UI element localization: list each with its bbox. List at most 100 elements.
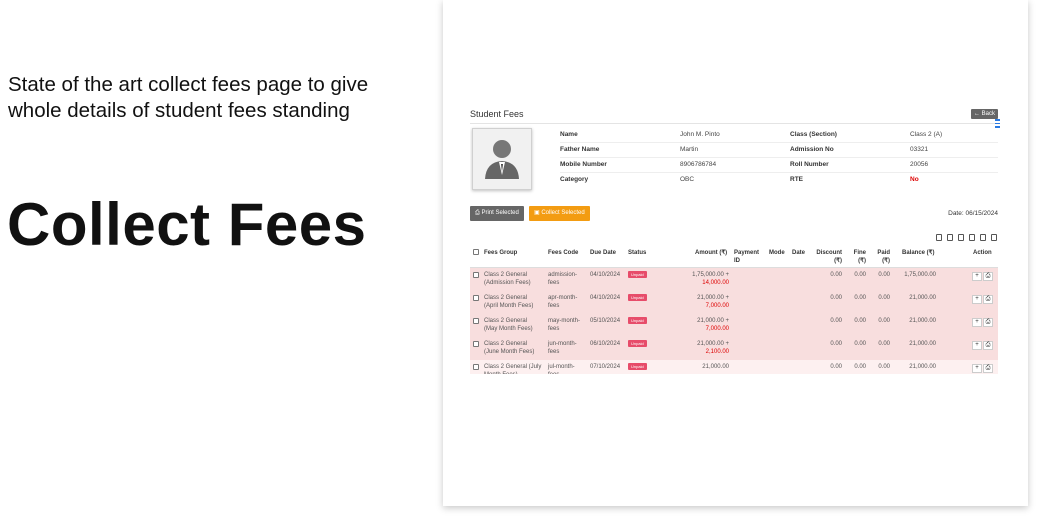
print-row-icon[interactable]: ⎙ (983, 364, 993, 373)
admission-label: Admission No (790, 146, 834, 153)
pdf-icon[interactable] (969, 234, 975, 241)
roll-number: 20056 (910, 161, 929, 168)
class-label: Class (Section) (790, 131, 837, 138)
collect-selected-label: Collect Selected (541, 210, 585, 216)
header-amount[interactable]: Amount (₹) (695, 249, 727, 257)
cell-discount: 0.00 (830, 341, 842, 347)
cell-discount: 0.00 (830, 272, 842, 278)
student-fees-panel: Student Fees ← Back Name John M. Pinto C… (470, 107, 1000, 374)
cell-fine: 0.00 (854, 364, 866, 370)
header-paid[interactable]: Paid (₹) (873, 249, 890, 265)
status-badge: Unpaid (628, 363, 647, 370)
cell-paid: 0.00 (878, 318, 890, 324)
copy-icon[interactable] (936, 234, 942, 241)
status-badge: Unpaid (628, 271, 647, 278)
print-selected-button[interactable]: ⎙ Print Selected (470, 206, 524, 221)
student-avatar (472, 128, 532, 190)
amount-value: 21,000.00 (702, 364, 729, 370)
table-row: Class 2 General (June Month Fees) jun-mon… (470, 337, 998, 361)
print-selected-label: Print Selected (481, 210, 519, 216)
fine-amount: 7,000.00 (705, 326, 729, 332)
cell-code: apr-month- fees (548, 295, 578, 309)
header-discount[interactable]: Discount (₹) (815, 249, 842, 265)
back-label: Back (981, 111, 995, 117)
cell-group: Class 2 General (May Month Fees) (484, 318, 533, 332)
fine-amount: 7,000.00 (705, 303, 729, 309)
row-checkbox[interactable] (473, 318, 479, 324)
export-toolbar (931, 228, 997, 246)
add-fees-icon[interactable]: + (972, 318, 982, 327)
rte-label: RTE (790, 176, 803, 183)
slide-title: Collect Fees (7, 191, 367, 258)
print-row-icon[interactable]: ⎙ (983, 295, 993, 304)
cell-group: Class 2 General (April Month Fees) (484, 295, 534, 309)
user-silhouette-icon (485, 140, 519, 179)
table-header: Fees Group Fees Code Due Date Status Amo… (470, 247, 998, 268)
cell-paid: 0.00 (878, 341, 890, 347)
status-badge: Unpaid (628, 294, 647, 301)
header-fees-group[interactable]: Fees Group (484, 249, 517, 257)
cell-discount: 0.00 (830, 295, 842, 301)
header-fees-code[interactable]: Fees Code (548, 249, 578, 257)
fine-amount: 14,000.00 (702, 280, 729, 286)
header-action: Action (973, 250, 992, 256)
cell-due: 05/10/2024 (590, 318, 621, 324)
table-row: Class 2 General (July Month Fees) jul-mon… (470, 360, 998, 374)
fine-amount: 2,100.00 (705, 349, 729, 355)
cell-discount: 0.00 (830, 318, 842, 324)
status-badge: Unpaid (628, 340, 647, 347)
cell-balance: 1,75,000.00 (904, 272, 936, 278)
amount-value: 21,000.00 + (697, 318, 729, 324)
cell-due: 04/10/2024 (590, 272, 621, 278)
add-fees-icon[interactable]: + (972, 272, 982, 281)
row-checkbox[interactable] (473, 364, 479, 370)
select-all-checkbox[interactable] (473, 249, 479, 255)
amount-value: 1,75,000.00 + (692, 272, 729, 278)
header-mode[interactable]: Mode (769, 249, 785, 257)
rte-value: No (910, 176, 919, 183)
row-checkbox[interactable] (473, 272, 479, 278)
cell-due: 06/10/2024 (590, 341, 621, 347)
header-date[interactable]: Date (792, 249, 805, 257)
cell-fine: 0.00 (854, 341, 866, 347)
mobile-label: Mobile Number (560, 161, 607, 168)
header-status[interactable]: Status (628, 249, 646, 257)
csv-icon[interactable] (958, 234, 964, 241)
category-label: Category (560, 176, 589, 183)
cell-balance: 21,000.00 (909, 295, 936, 301)
add-fees-icon[interactable]: + (972, 295, 982, 304)
add-fees-icon[interactable]: + (972, 364, 982, 373)
columns-icon[interactable] (991, 234, 997, 241)
roll-label: Roll Number (790, 161, 829, 168)
current-date: Date: 06/15/2024 (948, 210, 998, 217)
cell-code: jun-month- fees (548, 341, 577, 355)
screenshot-frame: Student Fees ← Back Name John M. Pinto C… (443, 0, 1028, 506)
table-row: Class 2 General (Admission Fees) admissio… (470, 268, 998, 292)
table-row: Class 2 General (May Month Fees) may-mont… (470, 314, 998, 338)
print-icon[interactable] (980, 234, 986, 241)
row-checkbox[interactable] (473, 341, 479, 347)
name-label: Name (560, 131, 578, 138)
header-fine[interactable]: Fine (₹) (849, 249, 866, 265)
mobile-number: 8906786784 (680, 161, 717, 168)
excel-icon[interactable] (947, 234, 953, 241)
cell-code: jul-month- fees (548, 364, 575, 374)
student-name: John M. Pinto (680, 131, 720, 138)
cell-amount: 21,000.00 + 2,100.00 (670, 340, 729, 356)
header-payment-id[interactable]: Payment ID (734, 249, 759, 265)
print-row-icon[interactable]: ⎙ (983, 318, 993, 327)
collect-selected-button[interactable]: ▣ Collect Selected (529, 206, 590, 221)
cell-due: 07/10/2024 (590, 364, 621, 370)
header-balance[interactable]: Balance (₹) (902, 249, 935, 257)
cell-balance: 21,000.00 (909, 364, 936, 370)
cell-balance: 21,000.00 (909, 318, 936, 324)
cell-amount: 21,000.00 + 7,000.00 (670, 294, 729, 310)
menu-icon[interactable] (995, 119, 1000, 130)
add-fees-icon[interactable]: + (972, 341, 982, 350)
row-checkbox[interactable] (473, 295, 479, 301)
back-button[interactable]: ← Back (970, 109, 998, 119)
header-due-date[interactable]: Due Date (590, 249, 616, 257)
amount-value: 21,000.00 + (697, 341, 729, 347)
print-row-icon[interactable]: ⎙ (983, 272, 993, 281)
print-row-icon[interactable]: ⎙ (983, 341, 993, 350)
